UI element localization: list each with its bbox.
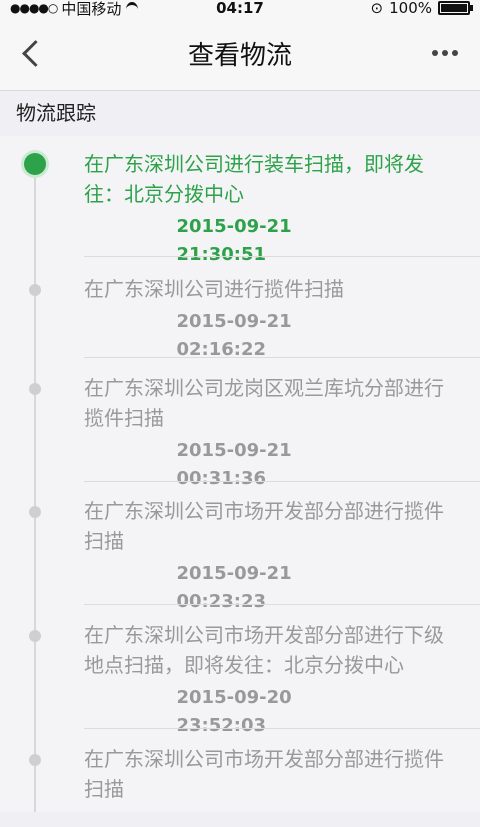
entry-text: 在广东深圳公司龙岗区观兰库坑分部进行揽件扫描 — [84, 376, 444, 430]
divider — [84, 728, 480, 729]
more-dot-icon — [432, 50, 438, 56]
page-title: 查看物流 — [187, 40, 293, 71]
timeline-node — [29, 284, 41, 296]
nav-bar: 查看物流 — [0, 16, 480, 91]
timeline-node — [29, 630, 41, 642]
battery-icon — [438, 1, 473, 15]
entry-text: 在广东深圳公司市场开发部分部进行揽件扫描 — [84, 499, 444, 553]
divider — [84, 604, 480, 605]
divider — [84, 357, 480, 358]
battery-percent: 100% — [389, 0, 432, 17]
wifi-icon — [125, 2, 141, 14]
back-arrow-icon — [21, 39, 49, 67]
entry-time: 2015-09-21 00:23:23 — [176, 563, 292, 612]
more-dot-icon — [452, 50, 458, 56]
signal-icon: ●●●●○ — [10, 1, 58, 15]
status-time: 04:17 — [216, 0, 264, 17]
timeline-node — [29, 383, 41, 395]
tracking-timeline: 在广东深圳公司进行装车扫描，即将发往：北京分拨中心 2015-09-21 21:… — [0, 136, 480, 812]
status-right: ⊙ 100% — [370, 0, 473, 17]
more-dot-icon — [442, 50, 448, 56]
divider — [84, 481, 480, 482]
entry-time: 2015-09-20 23:52:03 — [176, 687, 292, 736]
divider — [84, 256, 480, 257]
back-button[interactable] — [0, 16, 60, 90]
entry-text: 在广东深圳公司市场开发部分部进行揽件扫描 — [84, 747, 444, 801]
entry-text: 在广东深圳公司进行揽件扫描 — [84, 277, 344, 301]
entry-text: 在广东深圳公司进行装车扫描，即将发往：北京分拨中心 — [84, 152, 424, 206]
status-bar: ●●●●○ 中国移动 04:17 ⊙ 100% — [0, 0, 480, 18]
timeline-line — [34, 164, 36, 812]
more-button[interactable] — [410, 16, 480, 90]
section-title: 物流跟踪 — [0, 91, 480, 136]
entry-time: 2015-09-21 21:30:51 — [176, 216, 292, 265]
entry-time: 2015-09-21 00:31:36 — [176, 440, 292, 489]
entry-text: 在广东深圳公司市场开发部分部进行下级地点扫描，即将发往：北京分拨中心 — [84, 623, 444, 677]
entry-time: 2015-09-21 02:16:22 — [176, 311, 292, 360]
timeline-node — [29, 754, 41, 766]
timeline-node-active — [24, 153, 46, 175]
timeline-node — [29, 506, 41, 518]
lock-icon: ⊙ — [370, 0, 384, 17]
